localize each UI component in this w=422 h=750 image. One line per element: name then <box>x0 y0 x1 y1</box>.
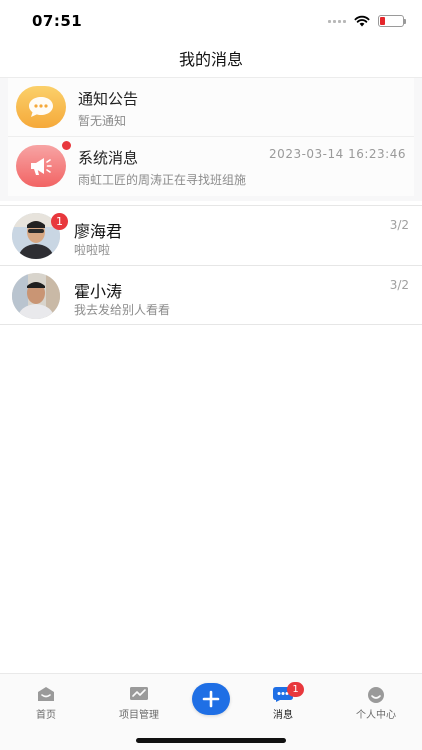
tab-badge: 1 <box>287 682 304 697</box>
tab-label: 消息 <box>273 710 293 721</box>
notice-title: 系统消息 <box>78 149 139 167</box>
conversation-item[interactable]: 1 廖海君 啦啦啦 3/2 <box>0 205 422 265</box>
unread-badge: 1 <box>51 213 68 230</box>
tab-home[interactable]: 首页 <box>4 674 88 724</box>
last-message: 我去发给别人看看 <box>74 303 171 317</box>
status-time: 07:51 <box>32 12 83 30</box>
profile-icon <box>368 687 384 703</box>
chat-bubble-icon <box>16 86 66 128</box>
notice-time: 2023-03-14 16:23:46 <box>269 147 406 161</box>
contact-name: 霍小涛 <box>74 282 123 301</box>
status-bar: 07:51 <box>0 0 422 42</box>
conversation-item[interactable]: 霍小涛 我去发给别人看看 3/2 <box>0 265 422 325</box>
battery-icon <box>378 15 406 27</box>
tab-messages[interactable]: 消息 <box>241 674 325 724</box>
avatar <box>12 273 60 319</box>
notice-subtitle: 雨虹工匠的周涛正在寻找班组施 <box>78 173 247 187</box>
message-date: 3/2 <box>389 278 409 292</box>
message-date: 3/2 <box>389 218 409 232</box>
conversation-list: 1 廖海君 啦啦啦 3/2 霍小涛 我去发给别人看看 3/2 <box>0 205 422 325</box>
home-icon <box>38 687 54 701</box>
status-indicators <box>328 15 406 27</box>
notice-announcement-row[interactable]: 通知公告 暂无通知 <box>8 78 414 136</box>
unread-dot <box>62 141 71 150</box>
notice-system-row[interactable]: 系统消息 2023-03-14 16:23:46 雨虹工匠的周涛正在寻找班组施 <box>8 136 414 194</box>
home-indicator <box>136 738 286 743</box>
chart-icon <box>130 687 148 700</box>
add-button[interactable] <box>192 683 230 715</box>
tab-label: 个人中心 <box>356 710 396 721</box>
tab-project-management[interactable]: 项目管理 <box>97 674 181 724</box>
notice-section: 通知公告 暂无通知 系统消息 2023-03-14 16:23:46 雨虹工匠的… <box>0 77 422 201</box>
megaphone-icon <box>16 145 66 187</box>
contact-name: 廖海君 <box>74 222 123 241</box>
plus-icon <box>202 690 220 708</box>
tab-profile[interactable]: 个人中心 <box>334 674 418 724</box>
last-message: 啦啦啦 <box>74 243 111 257</box>
wifi-icon <box>354 15 370 27</box>
notice-card: 通知公告 暂无通知 系统消息 2023-03-14 16:23:46 雨虹工匠的… <box>8 78 414 196</box>
page-title: 我的消息 <box>178 50 243 69</box>
notice-title: 通知公告 <box>78 90 139 108</box>
notice-subtitle: 暂无通知 <box>78 114 127 128</box>
tab-label: 首页 <box>36 710 56 721</box>
cellular-signal-icon <box>328 19 346 23</box>
tab-label: 项目管理 <box>119 710 159 721</box>
